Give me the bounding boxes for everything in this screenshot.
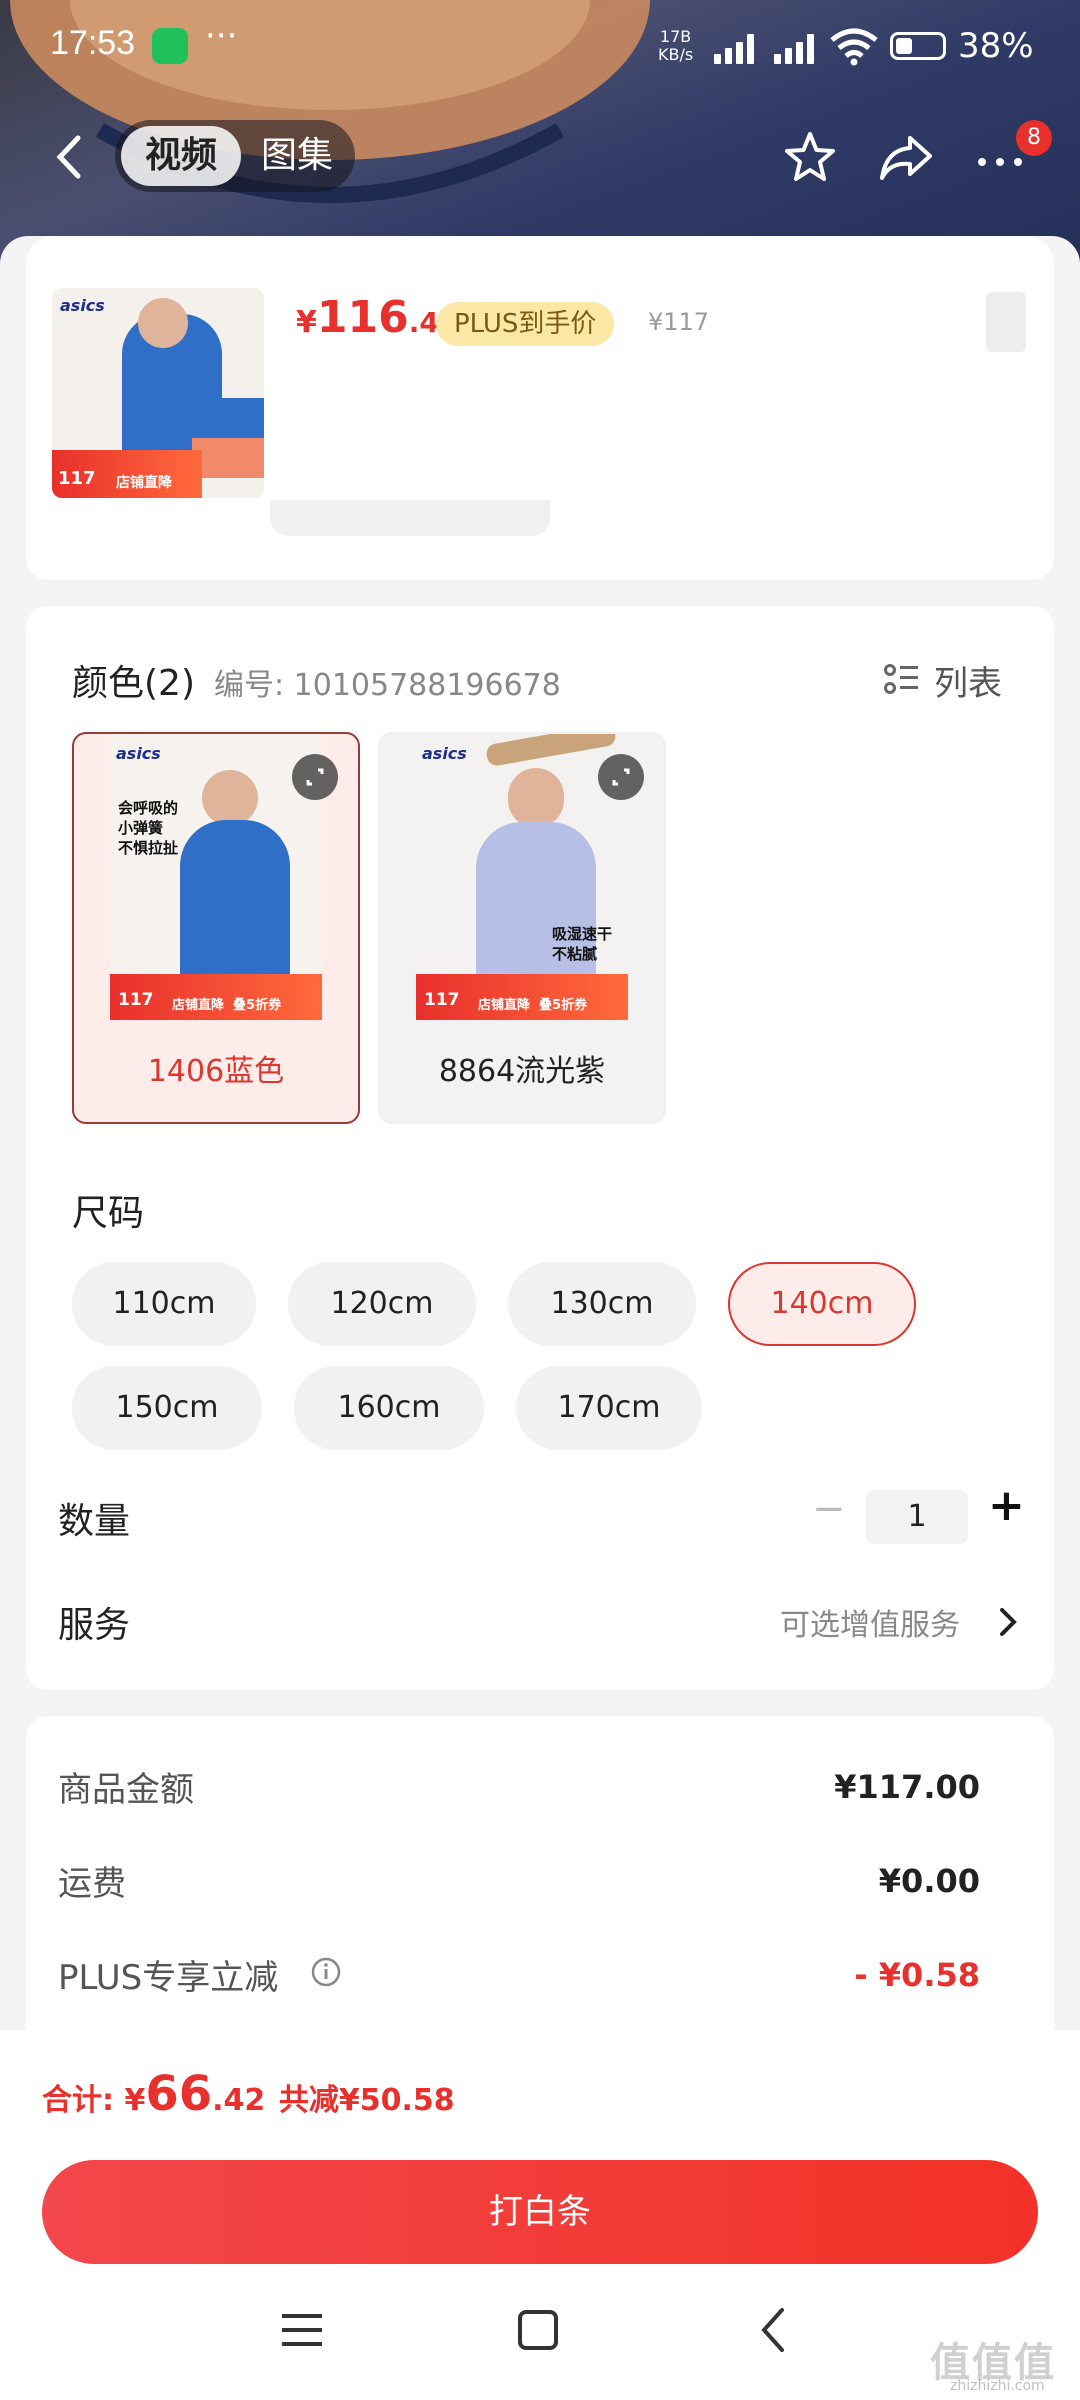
product-thumbnail[interactable]: asics 117 店铺直降: [52, 288, 264, 498]
total-symbol: ¥: [124, 2083, 146, 2118]
battery-icon: [890, 32, 946, 60]
color-option-image: asics 吸湿速干 不粘腻 117 店铺直降 叠5折券: [416, 734, 628, 1020]
list-icon: [884, 664, 918, 694]
size-option-120[interactable]: 120cm: [288, 1262, 476, 1346]
size-option-170[interactable]: 170cm: [516, 1366, 702, 1450]
info-icon[interactable]: [310, 1956, 342, 1988]
color-section-title: 颜色(2): [72, 663, 195, 704]
total-integer: 66: [145, 2066, 213, 2122]
tab-gallery[interactable]: 图集: [245, 126, 349, 186]
size-option-160[interactable]: 160cm: [294, 1366, 484, 1450]
option-slogan: 吸湿速干 不粘腻: [552, 925, 613, 963]
thumb-swatch-orange: [192, 438, 264, 478]
total-decimal: .42: [212, 2083, 266, 2118]
baitiao-pay-button[interactable]: 打白条: [42, 2160, 1038, 2264]
total-saved: 共减¥50.58: [278, 2083, 455, 2118]
quantity-decrease-button[interactable]: −: [812, 1486, 846, 1532]
service-label: 服务: [58, 1605, 131, 1646]
header-fade: [270, 500, 550, 536]
thumb-model-head: [138, 298, 188, 348]
plus-price-tag: PLUS到手价: [436, 302, 615, 346]
color-option-label: 1406蓝色: [147, 1054, 285, 1089]
color-option-blue[interactable]: asics 会呼吸的 小弹簧 不惧拉扯 117 店铺直降 叠5折券 1406蓝色: [72, 732, 360, 1124]
network-speed: 17B KB/s: [658, 27, 694, 64]
shipping-value: ¥0.00: [878, 1862, 980, 1900]
system-back-icon[interactable]: [744, 2300, 804, 2360]
media-tab-switcher: 视频 图集: [115, 120, 355, 192]
thumb-promo-text: 店铺直降: [116, 475, 172, 491]
color-option-purple[interactable]: asics 吸湿速干 不粘腻 117 店铺直降 叠5折券 8864流光紫: [378, 732, 666, 1124]
signal-icon-2: [774, 30, 824, 64]
shipping-label: 运费: [58, 1864, 126, 1904]
option-promo-text: 店铺直降 叠5折券: [172, 998, 282, 1013]
video-nav-bar: 视频 图集 8: [0, 110, 1080, 200]
price-symbol: ¥: [296, 305, 317, 340]
share-icon[interactable]: [876, 128, 936, 188]
option-brand-logo: asics: [422, 744, 467, 763]
signal-icon: [714, 30, 764, 64]
option-price: 117: [118, 990, 154, 1010]
quantity-increase-button[interactable]: +: [988, 1480, 1025, 1531]
plus-discount-label: PLUS专享立减: [58, 1958, 279, 1998]
size-option-140-selected[interactable]: 140cm: [728, 1262, 916, 1346]
product-code: 编号: 10105788196678: [214, 668, 561, 703]
watermark-url: zhizhizhi.com: [950, 2378, 1045, 2394]
close-sheet-handle[interactable]: [986, 292, 1026, 352]
expand-image-icon[interactable]: [598, 754, 644, 800]
plus-price: ¥116.42: [296, 292, 458, 343]
original-price: ¥117: [648, 308, 710, 336]
favorite-star-icon[interactable]: [780, 128, 840, 188]
color-option-image: asics 会呼吸的 小弹簧 不惧拉扯 117 店铺直降 叠5折券: [110, 734, 322, 1020]
size-option-130[interactable]: 130cm: [508, 1262, 696, 1346]
option-model-head: [508, 768, 564, 828]
plus-discount-value: - ¥0.58: [854, 1956, 980, 1994]
status-time: 17:53: [50, 24, 136, 62]
option-model-shirt: [180, 820, 290, 986]
service-value[interactable]: 可选增值服务: [780, 1600, 960, 1644]
size-option-110[interactable]: 110cm: [72, 1262, 256, 1346]
total-label: 合计:: [42, 2083, 125, 2118]
list-view-label: 列表: [934, 664, 1002, 704]
home-icon[interactable]: [508, 2300, 568, 2360]
size-section-title: 尺码: [72, 1193, 145, 1234]
goods-amount-value: ¥117.00: [834, 1768, 980, 1806]
status-bar: 17:53 ··· 17B KB/s 38%: [0, 0, 1080, 96]
option-price: 117: [424, 990, 460, 1010]
quantity-input[interactable]: 1: [866, 1490, 968, 1544]
goods-amount-label: 商品金额: [58, 1770, 194, 1810]
wechat-icon: [152, 28, 188, 64]
color-option-label: 8864流光紫: [438, 1054, 606, 1089]
message-badge: 8: [1016, 120, 1052, 156]
battery-percent: 38%: [958, 26, 1034, 66]
option-promo-text: 店铺直降 叠5折券: [478, 998, 588, 1013]
chevron-right-icon[interactable]: [996, 1604, 1020, 1640]
wifi-icon: [830, 28, 878, 66]
more-notifications-icon: ···: [205, 16, 238, 56]
size-option-150[interactable]: 150cm: [72, 1366, 262, 1450]
thumb-price: 117: [58, 468, 96, 489]
tab-video[interactable]: 视频: [121, 126, 241, 186]
expand-image-icon[interactable]: [292, 754, 338, 800]
option-model-head: [202, 770, 258, 826]
option-slogan: 会呼吸的 小弹簧 不惧拉扯: [118, 799, 179, 857]
menu-icon[interactable]: [272, 2300, 332, 2360]
quantity-label: 数量: [58, 1501, 131, 1542]
price-integer: 116: [316, 292, 409, 343]
thumb-brand-logo: asics: [60, 296, 105, 315]
back-icon[interactable]: [50, 132, 90, 182]
thumb-swatch-blue: [192, 398, 264, 438]
total-price: 合计: ¥66.42 共减¥50.58: [42, 2066, 455, 2122]
option-brand-logo: asics: [116, 744, 161, 763]
